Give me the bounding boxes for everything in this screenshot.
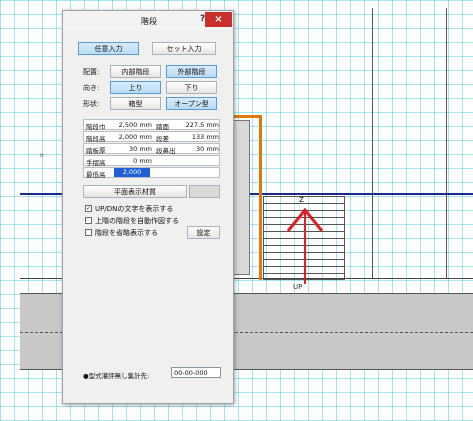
column-line: [446, 8, 447, 278]
param-row[interactable]: 手摺高 0 mm: [83, 155, 220, 167]
param-label: 踏板厚: [86, 147, 106, 155]
updn-checkbox[interactable]: ✓: [85, 205, 92, 212]
abbrev-checkbox-label: 階段を省略表示する: [95, 229, 158, 237]
stair-arrow-head-icon: [286, 207, 324, 232]
param-label: 段鼻出: [156, 147, 176, 155]
param-label: 段差: [156, 135, 169, 143]
auto-upper-checkbox-label: 上階の階段を自動作図する: [95, 217, 179, 225]
shape-label: 形状:: [83, 100, 100, 108]
mode-free-button[interactable]: 任意入力: [78, 42, 139, 55]
dialog-title: 階段: [141, 17, 157, 26]
param-label: 手摺高: [86, 159, 106, 167]
stair-top-mark: Z: [299, 196, 304, 204]
param-label: 階段巾: [86, 123, 106, 131]
shape-box-button[interactable]: 箱型: [110, 97, 161, 110]
material-button[interactable]: 平面表示材質: [83, 185, 187, 198]
footer-label: ●型式灌評無し集計先:: [83, 372, 150, 380]
updn-checkbox-label: UP/DNの文字を表示する: [95, 205, 174, 213]
direction-down-button[interactable]: 下り: [166, 81, 217, 94]
stair-up-label: UP: [293, 283, 303, 291]
small-mark: o: [40, 152, 44, 159]
param-value[interactable]: 133 mm: [179, 133, 219, 141]
param-label: 踏面: [156, 123, 169, 131]
placement-outer-button[interactable]: 外部階段: [166, 65, 217, 78]
stair-dialog: 階段 ? × 任意入力 セット入力 配置: 内部階段 外部階段 向き: 上り 下…: [62, 10, 234, 404]
param-value[interactable]: 0 mm: [112, 157, 152, 165]
param-row[interactable]: 階段巾 2,500 mm 踏面 227.5 mm: [83, 119, 220, 131]
direction-up-button[interactable]: 上り: [110, 81, 161, 94]
param-value[interactable]: 2,500 mm: [112, 121, 152, 129]
placement-inner-button[interactable]: 内部階段: [110, 65, 161, 78]
mode-set-button[interactable]: セット入力: [152, 42, 216, 55]
param-label: 最低高: [86, 171, 106, 179]
param-value[interactable]: 2,000 mm: [112, 133, 152, 141]
placement-label: 配置:: [83, 68, 100, 76]
footer-field[interactable]: 00-00-000: [171, 367, 221, 378]
material-swatch[interactable]: [189, 185, 220, 198]
shape-open-button[interactable]: オープン型: [166, 97, 217, 110]
param-value[interactable]: 227.5 mm: [179, 121, 219, 129]
auto-upper-checkbox[interactable]: [85, 217, 92, 224]
param-row[interactable]: 踏板厚 30 mm 段鼻出 30 mm: [83, 143, 220, 155]
abbrev-checkbox[interactable]: [85, 229, 92, 236]
wall-block: [232, 120, 250, 275]
settings-button[interactable]: 設定: [187, 226, 220, 239]
param-value[interactable]: 30 mm: [112, 145, 152, 153]
close-icon[interactable]: ×: [205, 12, 232, 27]
column-line: [372, 8, 373, 278]
param-row[interactable]: 最低高 2,000: [83, 167, 220, 179]
min-height-input[interactable]: 2,000: [114, 168, 150, 177]
param-label: 階段高: [86, 135, 106, 143]
param-row[interactable]: 階段高 2,000 mm 段差 133 mm: [83, 131, 220, 143]
direction-label: 向き:: [83, 84, 100, 92]
param-value[interactable]: 30 mm: [179, 145, 219, 153]
